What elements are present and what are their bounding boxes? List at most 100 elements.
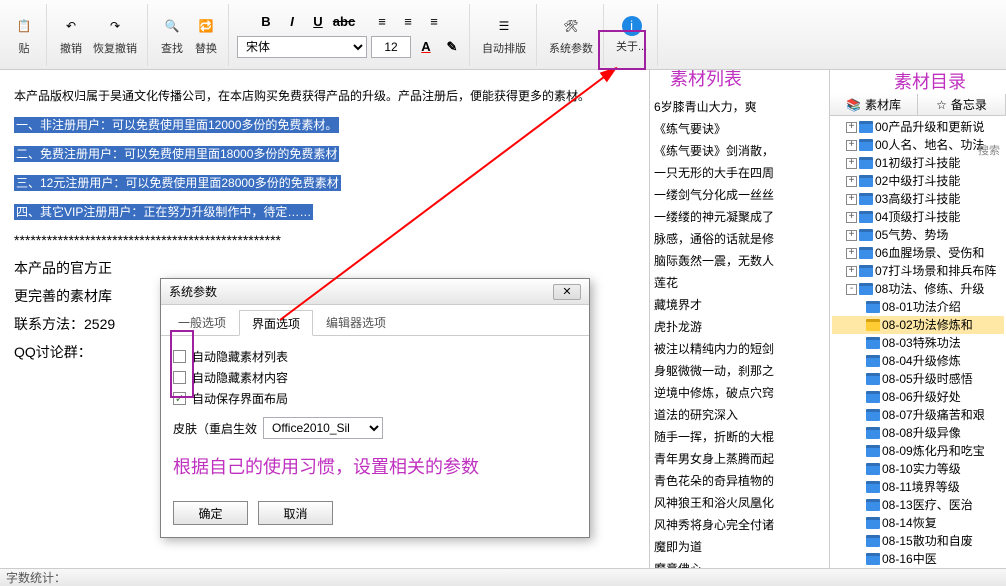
tree-item[interactable]: 08-11境界等级 [832, 478, 1004, 496]
tree-item-label: 07打斗场景和排兵布阵 [875, 262, 996, 280]
tree-body[interactable]: +00产品升级和更新说+00人名、地名、功法+01初级打斗技能+02中级打斗技能… [830, 116, 1006, 568]
folder-icon [866, 535, 880, 547]
editor-line: 二、免费注册用户：可以免费使用里面18000多份的免费素材 [14, 142, 635, 165]
search-hint[interactable]: 搜索 [978, 142, 1006, 158]
expand-icon[interactable]: + [846, 212, 857, 223]
align-left-button[interactable]: ≡ [371, 12, 393, 32]
bold-button[interactable]: B [255, 12, 277, 32]
tab-library[interactable]: 📚素材库 [830, 94, 918, 115]
material-list-item[interactable]: 风神秀将身心完全付诸 [654, 514, 825, 536]
material-list-item[interactable]: 脑际轰然一震，无数人 [654, 250, 825, 272]
tree-item-label: 00人名、地名、功法 [875, 136, 984, 154]
tree-item[interactable]: +00产品升级和更新说 [832, 118, 1004, 136]
material-list-item[interactable]: 一缕缕的神元凝聚成了 [654, 206, 825, 228]
find-icon: 🔍 [160, 14, 184, 38]
material-list-item[interactable]: 莲花 [654, 272, 825, 294]
material-list-item[interactable]: 被注以精纯内力的短剑 [654, 338, 825, 360]
checkbox-hide-list[interactable] [173, 350, 186, 363]
replace-button[interactable]: 🔁 替换 [190, 12, 222, 58]
material-list-item[interactable]: 虎扑龙游 [654, 316, 825, 338]
skin-label: 皮肤（重启生效 [173, 420, 257, 437]
tree-item[interactable]: 08-07升级痛苦和艰 [832, 406, 1004, 424]
material-list-item[interactable]: 魔即为道 [654, 536, 825, 558]
material-list-item[interactable]: 风神狼王和浴火凤凰化 [654, 492, 825, 514]
material-list-item[interactable]: 一只无形的大手在四周 [654, 162, 825, 184]
material-list-item[interactable]: 藏境界才 [654, 294, 825, 316]
tree-item[interactable]: 08-06升级好处 [832, 388, 1004, 406]
checkbox-save-layout[interactable]: ✓ [173, 392, 186, 405]
checkbox-hide-content[interactable] [173, 371, 186, 384]
material-list-item[interactable]: 魔意佛心 [654, 558, 825, 568]
expand-icon[interactable]: + [846, 122, 857, 133]
skin-select[interactable]: Office2010_Sil [263, 417, 383, 439]
font-color-button[interactable]: A [415, 37, 437, 57]
folder-icon [866, 301, 880, 313]
tree-item[interactable]: 08-01功法介绍 [832, 298, 1004, 316]
expand-icon[interactable]: + [846, 248, 857, 259]
tab-editor[interactable]: 编辑器选项 [313, 309, 399, 335]
material-list-item[interactable]: 道法的研究深入 [654, 404, 825, 426]
font-size-input[interactable] [371, 36, 411, 58]
italic-button[interactable]: I [281, 12, 303, 32]
expand-icon[interactable]: + [846, 158, 857, 169]
paste-button[interactable]: 📋 贴 [8, 12, 40, 58]
strike-button[interactable]: abc [333, 12, 355, 32]
material-list-item[interactable]: 《练气要诀》 [654, 118, 825, 140]
material-list-item[interactable]: 6岁膝青山大力，爽 [654, 96, 825, 118]
tree-item[interactable]: 08-08升级异像 [832, 424, 1004, 442]
material-list-item[interactable]: 一缕剑气分化成一丝丝 [654, 184, 825, 206]
material-list[interactable]: 素材列表 6岁膝青山大力，爽《练气要诀》《练气要诀》剑消散，一只无形的大手在四周… [650, 70, 830, 568]
tree-item[interactable]: 08-13医疗、医治 [832, 496, 1004, 514]
tree-item[interactable]: 08-05升级时感悟 [832, 370, 1004, 388]
font-select[interactable]: 宋体 [237, 36, 367, 58]
auto-layout-button[interactable]: ☰ 自动排版 [478, 12, 530, 58]
tree-item[interactable]: +04顶级打斗技能 [832, 208, 1004, 226]
tab-ui[interactable]: 界面选项 [239, 310, 313, 336]
tree-item[interactable]: 08-04升级修炼 [832, 352, 1004, 370]
tree-item[interactable]: +07打斗场景和排兵布阵 [832, 262, 1004, 280]
tab-general[interactable]: 一般选项 [165, 309, 239, 335]
material-list-item[interactable]: 逆境中修炼，破点穴窍 [654, 382, 825, 404]
expand-icon[interactable]: + [846, 266, 857, 277]
material-list-item[interactable]: 随手一挥，折断的大棍 [654, 426, 825, 448]
material-list-item[interactable]: 青色花朵的奇异植物的 [654, 470, 825, 492]
align-right-button[interactable]: ≡ [423, 12, 445, 32]
material-list-item[interactable]: 脉感，通俗的话就是修 [654, 228, 825, 250]
tree-item[interactable]: -08功法、修练、升级 [832, 280, 1004, 298]
tab-memo[interactable]: ☆备忘录 [918, 94, 1006, 115]
redo-button[interactable]: ↷ 恢复撤销 [89, 12, 141, 58]
tree-item[interactable]: 08-16中医 [832, 550, 1004, 568]
editor-line: 一、非注册用户：可以免费使用里面12000多份的免费素材。 [14, 113, 635, 136]
expand-icon[interactable]: + [846, 230, 857, 241]
expand-icon[interactable]: + [846, 140, 857, 151]
cancel-button[interactable]: 取消 [258, 501, 333, 525]
system-param-dialog: 系统参数 ✕ 一般选项 界面选项 编辑器选项 自动隐藏素材列表 自动隐藏素材内容… [160, 278, 590, 538]
find-button[interactable]: 🔍 查找 [156, 12, 188, 58]
tree-item[interactable]: +03高级打斗技能 [832, 190, 1004, 208]
ok-button[interactable]: 确定 [173, 501, 248, 525]
tree-item[interactable]: 08-02功法修炼和 [832, 316, 1004, 334]
tree-item[interactable]: 08-15散功和自废 [832, 532, 1004, 550]
tree-item[interactable]: +02中级打斗技能 [832, 172, 1004, 190]
about-button[interactable]: i 关于... [612, 14, 651, 56]
system-param-button[interactable]: 🛠 系统参数 [545, 12, 597, 58]
expand-icon[interactable]: + [846, 176, 857, 187]
paste-label: 贴 [19, 40, 30, 56]
tree-item[interactable]: 08-09炼化丹和吃宝 [832, 442, 1004, 460]
underline-button[interactable]: U [307, 12, 329, 32]
material-list-item[interactable]: 《练气要诀》剑消散， [654, 140, 825, 162]
dialog-titlebar[interactable]: 系统参数 ✕ [161, 279, 589, 305]
tree-item[interactable]: +05气势、势场 [832, 226, 1004, 244]
material-list-item[interactable]: 身躯微微一动，刹那之 [654, 360, 825, 382]
material-list-item[interactable]: 青年男女身上蒸腾而起 [654, 448, 825, 470]
tree-item[interactable]: +06血腥场景、受伤和 [832, 244, 1004, 262]
highlight-button[interactable]: ✎ [441, 37, 463, 57]
tree-item[interactable]: 08-14恢复 [832, 514, 1004, 532]
close-button[interactable]: ✕ [553, 284, 581, 300]
undo-button[interactable]: ↶ 撤销 [55, 12, 87, 58]
tree-item[interactable]: 08-10实力等级 [832, 460, 1004, 478]
expand-icon[interactable]: - [846, 284, 857, 295]
tree-item[interactable]: 08-03特殊功法 [832, 334, 1004, 352]
expand-icon[interactable]: + [846, 194, 857, 205]
align-center-button[interactable]: ≡ [397, 12, 419, 32]
